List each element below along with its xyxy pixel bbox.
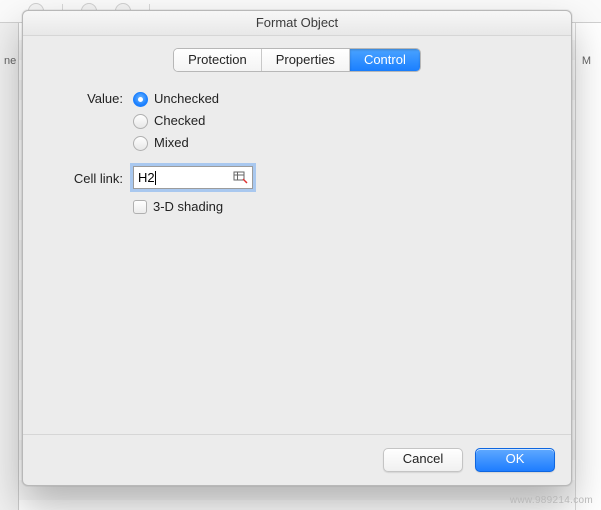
value-label: Value:	[55, 90, 133, 106]
dialog-footer: Cancel OK	[23, 434, 571, 485]
segmented-control: Protection Properties Control	[173, 48, 421, 72]
tab-protection[interactable]: Protection	[174, 49, 262, 71]
radio-label: Mixed	[154, 134, 189, 152]
cell-link-label: Cell link:	[55, 170, 133, 186]
value-radio-group: Unchecked Checked Mixed	[133, 90, 219, 152]
value-row: Value: Unchecked Checked Mixed	[55, 90, 539, 152]
radio-option-checked[interactable]: Checked	[133, 112, 219, 130]
cell-link-row: Cell link: H2	[55, 166, 539, 189]
row-label-fragment: ne	[4, 55, 16, 67]
watermark-text: www.989214.com	[510, 495, 593, 506]
tab-control[interactable]: Control	[350, 49, 420, 71]
cell-link-value: H2	[134, 170, 233, 186]
radio-label: Unchecked	[154, 90, 219, 108]
range-picker-icon[interactable]	[233, 171, 249, 185]
checkbox-icon	[133, 200, 147, 214]
text-caret	[155, 171, 156, 185]
dialog-body: Value: Unchecked Checked Mixed Cell link…	[23, 80, 571, 434]
radio-option-mixed[interactable]: Mixed	[133, 134, 219, 152]
cell-link-input[interactable]: H2	[133, 166, 253, 189]
tab-bar: Protection Properties Control	[23, 36, 571, 80]
radio-icon	[133, 92, 148, 107]
shading-label: 3-D shading	[153, 199, 223, 214]
right-column-gutter	[576, 0, 601, 510]
format-object-dialog: Format Object Protection Properties Cont…	[22, 10, 572, 486]
ok-button[interactable]: OK	[475, 448, 555, 472]
column-label-m: M	[582, 55, 591, 67]
radio-icon	[133, 136, 148, 151]
radio-icon	[133, 114, 148, 129]
dialog-title: Format Object	[23, 11, 571, 36]
cancel-button[interactable]: Cancel	[383, 448, 463, 472]
radio-option-unchecked[interactable]: Unchecked	[133, 90, 219, 108]
shading-row[interactable]: 3-D shading	[133, 199, 539, 214]
row-header-gutter	[0, 0, 19, 510]
tab-properties[interactable]: Properties	[262, 49, 350, 71]
radio-label: Checked	[154, 112, 205, 130]
